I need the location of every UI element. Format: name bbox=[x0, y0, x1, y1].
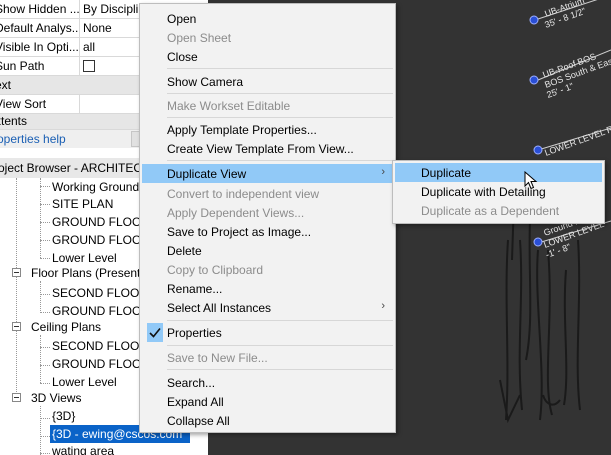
menu-item-save-as-image[interactable]: Save to Project as Image... bbox=[142, 222, 393, 241]
menu-item-close[interactable]: Close bbox=[142, 47, 393, 66]
context-menu: Open Open Sheet Close Show Camera Make W… bbox=[139, 3, 396, 433]
property-name: Default Analys... bbox=[0, 21, 79, 35]
menu-item-create-view-template[interactable]: Create View Template From View... bbox=[142, 139, 393, 158]
menu-item-select-all-instances[interactable]: Select All Instances › bbox=[142, 298, 393, 317]
menu-item-expand-all[interactable]: Expand All bbox=[142, 392, 393, 411]
checkmark-icon bbox=[147, 323, 163, 342]
menu-item-open-sheet[interactable]: Open Sheet bbox=[142, 28, 393, 47]
properties-help-link[interactable]: roperties help bbox=[0, 132, 66, 146]
collapse-toggle-icon[interactable] bbox=[12, 268, 21, 277]
submenu-arrow-icon: › bbox=[381, 300, 385, 312]
menu-item-open[interactable]: Open bbox=[142, 9, 393, 28]
menu-item-convert-to-independent[interactable]: Convert to independent view bbox=[142, 184, 393, 203]
submenu-arrow-icon: › bbox=[381, 166, 385, 178]
menu-item-save-to-new-file[interactable]: Save to New File... bbox=[142, 348, 393, 367]
property-name: View Sort bbox=[0, 97, 47, 111]
sun-path-checkbox[interactable] bbox=[83, 60, 95, 72]
collapse-toggle-icon[interactable] bbox=[12, 393, 21, 402]
menu-item-duplicate-as-dependent[interactable]: Duplicate as a Dependent bbox=[395, 201, 602, 220]
menu-item-rename[interactable]: Rename... bbox=[142, 279, 393, 298]
menu-item-search[interactable]: Search... bbox=[142, 373, 393, 392]
menu-item-duplicate[interactable]: Duplicate bbox=[395, 163, 602, 182]
duplicate-view-submenu: Duplicate Duplicate with Detailing Dupli… bbox=[392, 160, 605, 224]
menu-item-apply-template-properties[interactable]: Apply Template Properties... bbox=[142, 120, 393, 139]
menu-item-make-workset-editable[interactable]: Make Workset Editable bbox=[142, 96, 393, 115]
property-name: Show Hidden ... bbox=[0, 2, 79, 16]
menu-item-apply-dependent-views[interactable]: Apply Dependent Views... bbox=[142, 203, 393, 222]
property-name: Sun Path bbox=[0, 59, 45, 73]
level-label: LOWER LEVEL ROO bbox=[543, 119, 611, 158]
collapse-toggle-icon[interactable] bbox=[12, 322, 21, 331]
mouse-cursor-icon bbox=[524, 171, 538, 190]
group-label: xtents bbox=[0, 114, 28, 128]
menu-item-show-camera[interactable]: Show Camera bbox=[142, 72, 393, 91]
menu-item-properties[interactable]: Properties bbox=[142, 323, 393, 342]
property-name: Visible In Opti... bbox=[0, 40, 79, 54]
menu-item-copy-to-clipboard[interactable]: Copy to Clipboard bbox=[142, 260, 393, 279]
menu-item-collapse-all[interactable]: Collapse All bbox=[142, 411, 393, 430]
menu-item-duplicate-view[interactable]: Duplicate View › bbox=[142, 164, 393, 183]
menu-item-delete[interactable]: Delete bbox=[142, 241, 393, 260]
menu-item-duplicate-with-detailing[interactable]: Duplicate with Detailing bbox=[395, 182, 602, 201]
group-label: ext bbox=[0, 78, 12, 92]
